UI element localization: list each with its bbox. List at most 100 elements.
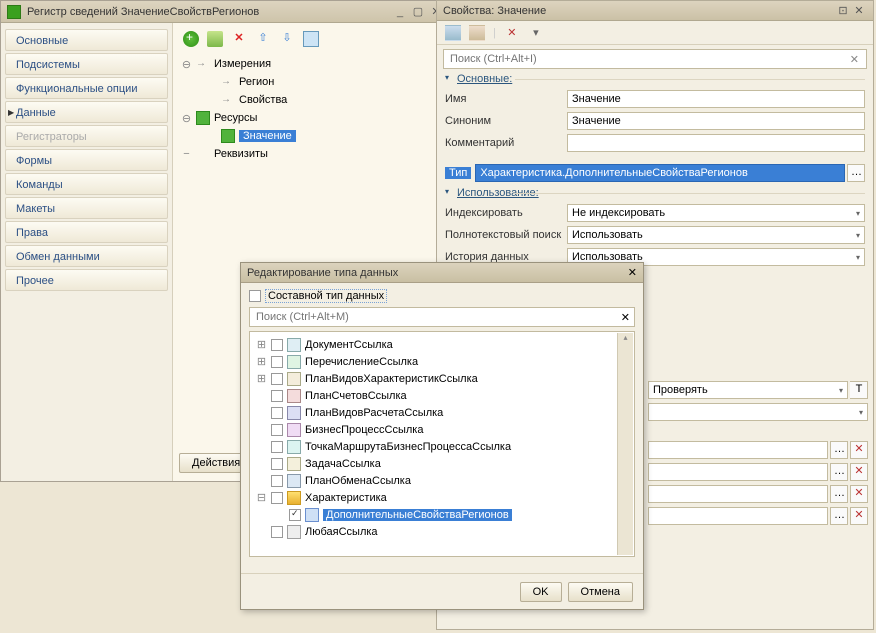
collapse-icon[interactable]: ⊖ — [181, 112, 192, 125]
type-tree[interactable]: ⊞ДокументСсылка⊞ПеречислениеСсылка⊞ПланВ… — [249, 331, 635, 557]
type-tree-item[interactable]: ⊞ДокументСсылка — [250, 336, 634, 353]
ok-button[interactable]: OK — [520, 582, 562, 602]
tree-group-dimensions[interactable]: ⊖ Измерения — [181, 55, 443, 73]
edit-icon[interactable] — [207, 31, 223, 47]
tree-group-resources[interactable]: ⊖ Ресурсы — [181, 109, 443, 127]
expand-icon[interactable]: ⊟ — [256, 491, 267, 504]
minimize-icon[interactable]: _ — [391, 6, 409, 18]
nav-item-subsystems[interactable]: Подсистемы — [5, 53, 168, 75]
properties-search-input[interactable] — [448, 52, 847, 66]
expand-icon[interactable]: ⊞ — [256, 372, 267, 385]
scroll-up-icon[interactable]: ▴ — [618, 333, 633, 342]
composite-type-checkbox[interactable] — [249, 290, 261, 302]
type-checkbox[interactable] — [271, 441, 283, 453]
close-icon[interactable]: ✕ — [851, 4, 867, 17]
clear-button[interactable]: ✕ — [850, 485, 868, 503]
scrollbar[interactable]: ▴ — [617, 333, 633, 555]
clear-icon[interactable]: ✕ — [504, 25, 520, 41]
type-tree-item[interactable]: ПланВидовРасчетаСсылка — [250, 404, 634, 421]
tree-item-region[interactable]: Регион — [181, 73, 443, 91]
tree-item-properties[interactable]: Свойства — [181, 91, 443, 109]
ghost-input[interactable] — [648, 507, 828, 525]
select-fts[interactable]: Использовать — [567, 226, 865, 244]
more-button[interactable]: … — [830, 463, 848, 481]
nav-item-other[interactable]: Прочее — [5, 269, 168, 291]
cancel-button[interactable]: Отмена — [568, 582, 633, 602]
clear-button[interactable]: ✕ — [850, 507, 868, 525]
more-button[interactable]: … — [830, 485, 848, 503]
add-icon[interactable] — [183, 31, 199, 47]
properties-icon[interactable] — [303, 31, 319, 47]
titlebar[interactable]: Регистр сведений ЗначениеСвойствРегионов… — [1, 1, 451, 23]
type-tree-item[interactable]: ⊟Характеристика — [250, 489, 634, 506]
nav-item-exchange[interactable]: Обмен данными — [5, 245, 168, 267]
delete-icon[interactable]: ✕ — [231, 31, 247, 47]
move-down-icon[interactable]: ⇩ — [279, 31, 295, 47]
nav-item-main[interactable]: Основные — [5, 29, 168, 51]
type-tree-item[interactable]: ЗадачаСсылка — [250, 455, 634, 472]
ghost-input[interactable] — [648, 485, 828, 503]
t-icon[interactable]: T — [850, 381, 868, 399]
composite-type-checkbox-row[interactable]: Составной тип данных — [249, 289, 635, 303]
input-comment[interactable] — [567, 134, 865, 152]
properties-titlebar[interactable]: Свойства: Значение ⊡ ✕ — [437, 1, 873, 21]
type-checkbox[interactable] — [271, 390, 283, 402]
expand-icon[interactable]: ⊞ — [256, 355, 267, 368]
move-up-icon[interactable]: ⇧ — [255, 31, 271, 47]
type-search-input[interactable] — [254, 310, 621, 324]
type-tree-item[interactable]: ТочкаМаршрутаБизнесПроцессаСсылка — [250, 438, 634, 455]
type-tree-item[interactable]: ЛюбаяСсылка — [250, 523, 634, 540]
type-checkbox[interactable] — [271, 492, 283, 504]
dialog-close-icon[interactable]: ✕ — [628, 266, 637, 279]
ghost-select[interactable]: Проверять — [648, 381, 848, 399]
clear-search-icon[interactable]: ✕ — [621, 311, 630, 324]
sort-az-icon[interactable] — [445, 25, 461, 41]
collapse-icon[interactable]: ⊖ — [181, 58, 192, 71]
nav-item-templates[interactable]: Макеты — [5, 197, 168, 219]
clear-button[interactable]: ✕ — [850, 463, 868, 481]
properties-search[interactable]: ✕ — [443, 49, 867, 69]
type-checkbox[interactable] — [271, 526, 283, 538]
maximize-icon[interactable]: ▢ — [409, 5, 427, 18]
input-name[interactable]: Значение — [567, 90, 865, 108]
nav-item-funcoptions[interactable]: Функциональные опции — [5, 77, 168, 99]
dropdown-icon[interactable]: ▾ — [528, 25, 544, 41]
nav-item-data[interactable]: Данные — [5, 101, 168, 123]
type-checkbox[interactable] — [271, 458, 283, 470]
input-synonym[interactable]: Значение — [567, 112, 865, 130]
expand-icon[interactable]: ⊞ — [256, 338, 267, 351]
type-tree-item[interactable]: ⊞ПланВидовХарактеристикСсылка — [250, 370, 634, 387]
more-button[interactable]: … — [830, 441, 848, 459]
type-tree-item[interactable]: ПланОбменаСсылка — [250, 472, 634, 489]
type-checkbox[interactable] — [271, 424, 283, 436]
type-checkbox[interactable] — [271, 356, 283, 368]
type-checkbox[interactable] — [271, 339, 283, 351]
type-checkbox[interactable] — [271, 475, 283, 487]
ghost-input[interactable] — [648, 463, 828, 481]
tree-group-attributes[interactable]: Реквизиты — [181, 145, 443, 163]
type-tree-item[interactable]: ДополнительныеСвойстваРегионов — [250, 506, 634, 523]
ghost-select[interactable] — [648, 403, 868, 421]
ghost-input[interactable] — [648, 441, 828, 459]
type-edit-button[interactable]: … — [847, 164, 865, 182]
clear-search-icon[interactable]: ✕ — [847, 53, 862, 66]
type-checkbox[interactable] — [271, 407, 283, 419]
dialog-titlebar[interactable]: Редактирование типа данных ✕ — [241, 263, 643, 283]
group-main-title[interactable]: Основные: — [445, 73, 865, 85]
type-tree-item[interactable]: ПланСчетовСсылка — [250, 387, 634, 404]
group-usage-title[interactable]: Использование: — [445, 187, 865, 199]
tree-item-value[interactable]: Значение — [181, 127, 443, 145]
type-checkbox[interactable] — [271, 373, 283, 385]
type-search[interactable]: ✕ — [249, 307, 635, 327]
clear-button[interactable]: ✕ — [850, 441, 868, 459]
categorize-icon[interactable] — [469, 25, 485, 41]
nav-item-rights[interactable]: Права — [5, 221, 168, 243]
type-tree-item[interactable]: БизнесПроцессСсылка — [250, 421, 634, 438]
input-type[interactable]: Характеристика.ДополнительныеСвойстваРег… — [475, 164, 845, 182]
nav-item-commands[interactable]: Команды — [5, 173, 168, 195]
select-index[interactable]: Не индексировать — [567, 204, 865, 222]
pin-icon[interactable]: ⊡ — [835, 4, 851, 17]
more-button[interactable]: … — [830, 507, 848, 525]
nav-item-forms[interactable]: Формы — [5, 149, 168, 171]
type-tree-item[interactable]: ⊞ПеречислениеСсылка — [250, 353, 634, 370]
